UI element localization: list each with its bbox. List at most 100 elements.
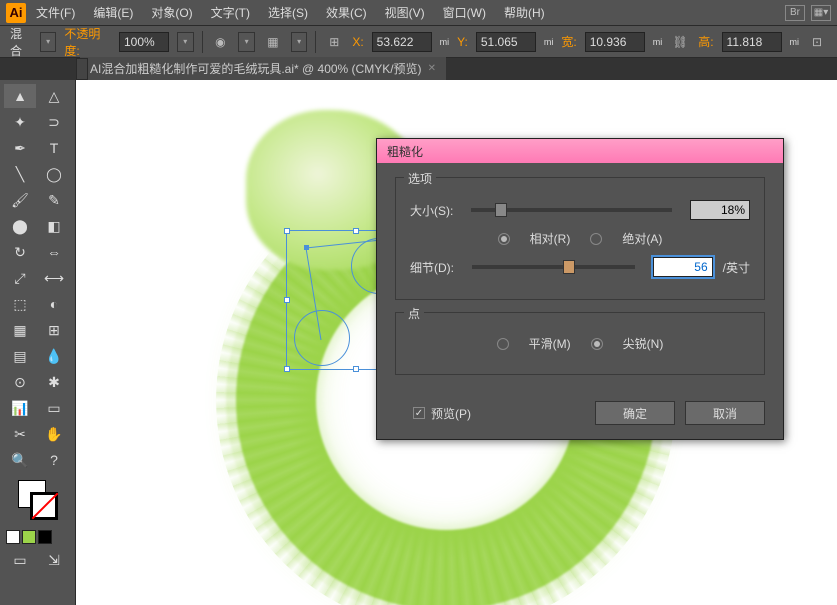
cancel-button[interactable]: 取消 xyxy=(685,401,765,425)
opacity-dropdown[interactable]: ▾ xyxy=(177,32,194,52)
y-input[interactable] xyxy=(476,32,536,52)
swatch-green[interactable] xyxy=(22,530,36,544)
w-label: 宽: xyxy=(561,33,576,50)
trans-dropdown[interactable]: ▾ xyxy=(291,32,308,52)
menu-effect[interactable]: 效果(C) xyxy=(318,1,375,24)
tab-title: AI混合加粗糙化制作可爱的毛绒玩具.ai* @ 400% (CMYK/预览) xyxy=(90,60,422,77)
link-icon[interactable]: ⛓ xyxy=(670,31,690,53)
style-icon[interactable]: ◉ xyxy=(210,31,230,53)
hand-tool[interactable]: ✋ xyxy=(38,422,70,446)
smooth-radio[interactable] xyxy=(497,338,509,350)
absolute-radio[interactable] xyxy=(590,233,602,245)
symbol-sprayer-tool[interactable]: ✱ xyxy=(38,370,70,394)
path-circle-2[interactable] xyxy=(294,310,350,366)
points-legend: 点 xyxy=(404,305,424,322)
style-dropdown[interactable]: ▾ xyxy=(238,32,255,52)
color-picker[interactable] xyxy=(18,480,58,520)
zoom-tool[interactable]: 🔍 xyxy=(4,448,36,472)
transform-icon[interactable]: ⊡ xyxy=(807,31,827,53)
size-input[interactable] xyxy=(690,200,750,220)
handle-b[interactable] xyxy=(353,366,359,372)
bridge-icon[interactable]: Br xyxy=(785,5,805,21)
h-input[interactable] xyxy=(722,32,782,52)
handle-t[interactable] xyxy=(353,228,359,234)
arrange-icon[interactable]: ▦▾ xyxy=(811,5,831,21)
blob-brush-tool[interactable]: ⬤ xyxy=(4,214,36,238)
lasso-tool[interactable]: ⊃ xyxy=(38,110,70,134)
free-transform-tool[interactable]: ⬚ xyxy=(4,292,36,316)
detail-slider[interactable] xyxy=(472,265,635,269)
opacity-input[interactable] xyxy=(119,32,169,52)
preview-checkbox[interactable]: ✓ xyxy=(413,407,425,419)
detail-unit: /英寸 xyxy=(723,259,750,276)
absolute-label: 绝对(A) xyxy=(622,230,662,247)
transparency-icon[interactable]: ▦ xyxy=(263,31,283,53)
smooth-label: 平滑(M) xyxy=(529,335,571,352)
tab-close-icon[interactable]: ✕ xyxy=(428,63,436,74)
menu-file[interactable]: 文件(F) xyxy=(28,1,83,24)
help-icon[interactable]: ? xyxy=(38,448,70,472)
h-label: 高: xyxy=(698,33,713,50)
detail-input[interactable] xyxy=(653,257,713,277)
panel-collapse-icon[interactable] xyxy=(76,58,88,80)
blend-tool[interactable]: ⊙ xyxy=(4,370,36,394)
ellipse-tool[interactable]: ◯ xyxy=(38,162,70,186)
dialog-titlebar[interactable]: 粗糙化 xyxy=(377,139,783,163)
artboard-tool[interactable]: ▭ xyxy=(38,396,70,420)
relative-radio[interactable] xyxy=(498,233,510,245)
blend-mode-label: 混合 xyxy=(10,25,32,59)
reflect-tool[interactable]: ⇔ xyxy=(38,240,70,264)
menu-object[interactable]: 对象(O) xyxy=(143,1,200,24)
anchor-point[interactable] xyxy=(304,245,309,250)
column-graph-tool[interactable]: 📊 xyxy=(4,396,36,420)
gradient-tool[interactable]: ▤ xyxy=(4,344,36,368)
document-tab[interactable]: AI混合加粗糙化制作可爱的毛绒玩具.ai* @ 400% (CMYK/预览) ✕ xyxy=(80,57,446,80)
stroke-color[interactable] xyxy=(30,492,58,520)
change-screen-icon[interactable]: ⇲ xyxy=(38,548,70,572)
scale-tool[interactable]: ⤢ xyxy=(4,266,36,290)
menu-type[interactable]: 文字(T) xyxy=(203,1,258,24)
selection-tool[interactable]: ▲ xyxy=(4,84,36,108)
screen-mode-icon[interactable]: ▭ xyxy=(4,548,36,572)
menu-select[interactable]: 选择(S) xyxy=(260,1,316,24)
opacity-label: 不透明度: xyxy=(64,25,111,59)
width-tool[interactable]: ⟷ xyxy=(38,266,70,290)
eyedropper-tool[interactable]: 💧 xyxy=(38,344,70,368)
line-tool[interactable]: ╲ xyxy=(4,162,36,186)
shape-builder-tool[interactable]: ◐ xyxy=(38,292,70,316)
menu-view[interactable]: 视图(V) xyxy=(377,1,433,24)
type-tool[interactable]: T xyxy=(38,136,70,160)
mesh-tool[interactable]: ⊞ xyxy=(38,318,70,342)
paintbrush-tool[interactable]: 🖌 xyxy=(4,188,36,212)
w-input[interactable] xyxy=(585,32,645,52)
handle-l[interactable] xyxy=(284,297,290,303)
pen-tool[interactable]: ✒ xyxy=(4,136,36,160)
h-unit: mi xyxy=(790,37,800,47)
menu-help[interactable]: 帮助(H) xyxy=(496,1,553,24)
perspective-tool[interactable]: ▦ xyxy=(4,318,36,342)
swatch-black[interactable] xyxy=(38,530,52,544)
app-logo: Ai xyxy=(6,3,26,23)
pencil-tool[interactable]: ✎ xyxy=(38,188,70,212)
menu-window[interactable]: 窗口(W) xyxy=(435,1,494,24)
options-legend: 选项 xyxy=(404,170,436,187)
eraser-tool[interactable]: ◧ xyxy=(38,214,70,238)
size-slider[interactable] xyxy=(471,208,672,212)
magic-wand-tool[interactable]: ✦ xyxy=(4,110,36,134)
ok-button[interactable]: 确定 xyxy=(595,401,675,425)
rotate-tool[interactable]: ↻ xyxy=(4,240,36,264)
swatch-white[interactable] xyxy=(6,530,20,544)
roughen-dialog: 粗糙化 选项 大小(S): 相对(R) 绝对(A) 细节(D): /英寸 xyxy=(376,138,784,440)
handle-bl[interactable] xyxy=(284,366,290,372)
x-input[interactable] xyxy=(372,32,432,52)
y-unit: mi xyxy=(544,37,554,47)
slice-tool[interactable]: ✂ xyxy=(4,422,36,446)
corner-radio[interactable] xyxy=(591,338,603,350)
align-icon[interactable]: ⊞ xyxy=(324,31,344,53)
detail-label: 细节(D): xyxy=(410,259,454,276)
size-label: 大小(S): xyxy=(410,202,453,219)
blend-dropdown[interactable]: ▾ xyxy=(40,32,57,52)
menu-edit[interactable]: 编辑(E) xyxy=(85,1,141,24)
handle-tl[interactable] xyxy=(284,228,290,234)
direct-selection-tool[interactable]: △ xyxy=(38,84,70,108)
